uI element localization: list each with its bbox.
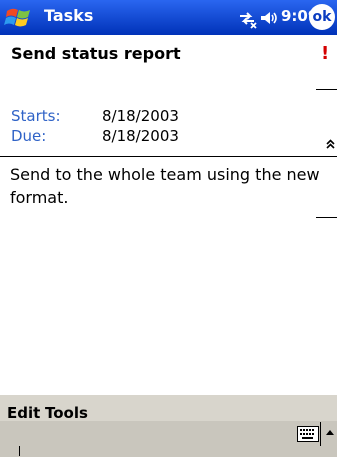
sip-separator xyxy=(320,422,321,446)
notes-line-marker xyxy=(316,217,337,218)
ok-button[interactable]: ok xyxy=(309,4,335,30)
starts-label: Starts: xyxy=(11,107,61,125)
due-label: Due: xyxy=(11,127,47,145)
due-value[interactable]: 8/18/2003 xyxy=(102,127,179,145)
windows-start-icon[interactable] xyxy=(4,5,36,31)
section-divider xyxy=(0,156,337,157)
app-title: Tasks xyxy=(44,6,94,25)
priority-icon: ! xyxy=(321,43,330,64)
keyboard-icon[interactable] xyxy=(297,426,319,442)
notes-area[interactable]: Send to the whole team using the new for… xyxy=(10,163,332,209)
volume-icon[interactable] xyxy=(259,8,279,28)
sip-arrow-icon[interactable] xyxy=(325,427,335,441)
starts-value[interactable]: 8/18/2003 xyxy=(102,107,179,125)
title-bar: Tasks 9:09 ok xyxy=(0,0,337,35)
task-title[interactable]: Send status report xyxy=(11,44,181,63)
collapse-icon[interactable] xyxy=(326,138,335,150)
menu-tick xyxy=(19,446,20,456)
tools-menu[interactable]: Tools xyxy=(45,404,88,422)
field-divider xyxy=(316,89,337,90)
connectivity-icon[interactable] xyxy=(236,7,258,29)
edit-menu[interactable]: Edit xyxy=(7,404,40,422)
